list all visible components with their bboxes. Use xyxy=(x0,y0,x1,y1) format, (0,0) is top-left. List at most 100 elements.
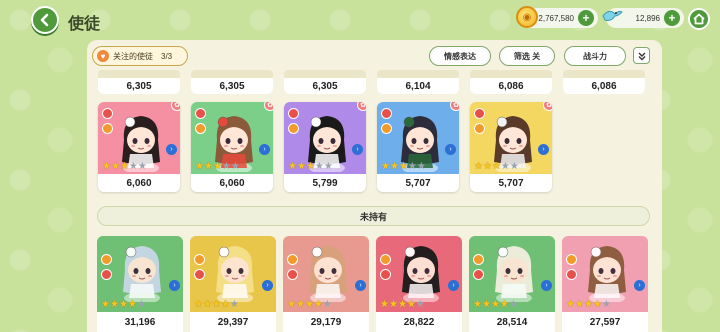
attribute-icons xyxy=(473,254,484,280)
star-icon: ★ xyxy=(490,299,500,310)
arrow-icon: › xyxy=(262,280,273,291)
favorite-flower-icon: ✿ xyxy=(543,102,552,111)
apostle-portrait: › ★ ★ ★ ★ ★ xyxy=(284,102,366,174)
home-icon xyxy=(693,13,705,25)
star-icon: ★ xyxy=(314,161,324,172)
peek-card-top xyxy=(191,70,273,78)
filter-bar: ♥ 关注的使徒 3/3 情感表达 筛选 关 战斗力 xyxy=(87,46,662,66)
favorite-flower-icon: ✿ xyxy=(171,102,180,111)
back-button[interactable] xyxy=(31,6,59,34)
class-icon xyxy=(194,269,205,280)
add-bird-button[interactable]: + xyxy=(664,10,680,26)
apostle-card-power[interactable]: 6,305 xyxy=(191,78,273,94)
unowned-apostle-card[interactable]: › ★ ★ ★ ★ ★ 29,397 xyxy=(190,236,276,332)
star-icon: ★ xyxy=(194,299,203,310)
owned-apostle-card[interactable]: › ★ ★ ★ ★ ★ 5,707 ✿ xyxy=(470,102,552,192)
star-rating: ★ ★ ★ ★ ★ xyxy=(101,300,146,310)
star-icon: ★ xyxy=(211,299,221,310)
star-icon: ★ xyxy=(137,161,147,172)
back-arrow-icon xyxy=(40,13,49,27)
add-gold-button[interactable]: + xyxy=(578,10,594,26)
apostle-power: 28,514 xyxy=(469,312,555,332)
apostle-chibi-image xyxy=(303,240,353,307)
sort-power-button[interactable]: 战斗力 xyxy=(564,46,626,66)
star-rating: ★ ★ ★ ★ ★ xyxy=(194,300,239,310)
star-icon: ★ xyxy=(406,299,416,310)
class-icon xyxy=(288,123,299,134)
element-icon xyxy=(194,254,205,265)
star-icon: ★ xyxy=(203,161,213,172)
apostle-power: 27,597 xyxy=(562,312,648,332)
element-icon xyxy=(381,108,392,119)
star-icon: ★ xyxy=(407,161,417,172)
star-icon: ★ xyxy=(296,161,306,172)
element-icon xyxy=(473,254,484,265)
star-icon: ★ xyxy=(482,161,492,172)
apostle-power: 28,822 xyxy=(376,312,462,332)
home-button[interactable] xyxy=(688,8,710,30)
emotion-button[interactable]: 情感表达 xyxy=(429,46,491,66)
star-icon: ★ xyxy=(102,161,111,172)
gold-currency: ◉ 2,767,580 + xyxy=(516,6,598,28)
unowned-apostle-card[interactable]: › ★ ★ ★ ★ ★ 29,179 xyxy=(283,236,369,332)
star-icon: ★ xyxy=(229,299,239,310)
star-icon: ★ xyxy=(305,161,315,172)
star-icon: ★ xyxy=(110,161,120,172)
focus-count: 3/3 xyxy=(161,51,173,61)
unowned-apostle-card[interactable]: › ★ ★ ★ ★ ★ 28,514 xyxy=(469,236,555,332)
unowned-apostle-card[interactable]: › ★ ★ ★ ★ ★ 31,196 xyxy=(97,236,183,332)
attribute-icons xyxy=(287,254,298,280)
owned-apostle-card[interactable]: › ★ ★ ★ ★ ★ 5,707 ✿ xyxy=(377,102,459,192)
filter-button[interactable]: 筛选 关 xyxy=(499,46,555,66)
coin-icon: ◉ xyxy=(516,6,538,28)
star-icon: ★ xyxy=(592,299,602,310)
owned-apostle-card[interactable]: › ★ ★ ★ ★ ★ 5,799 ✿ xyxy=(284,102,366,192)
arrow-icon: › xyxy=(448,280,459,291)
peek-card-top xyxy=(98,70,180,78)
owned-apostle-card[interactable]: › ★ ★ ★ ★ ★ 6,060 ✿ xyxy=(98,102,180,192)
attribute-icons xyxy=(194,254,205,280)
class-icon xyxy=(566,269,577,280)
star-icon: ★ xyxy=(574,299,584,310)
bird-icon xyxy=(600,4,624,28)
apostle-card-power[interactable]: 6,086 xyxy=(470,78,552,94)
star-icon: ★ xyxy=(473,299,482,310)
unowned-apostle-card[interactable]: › ★ ★ ★ ★ ★ 27,597 xyxy=(562,236,648,332)
apostle-card-power[interactable]: 6,086 xyxy=(563,78,645,94)
class-icon xyxy=(380,269,391,280)
attribute-icons xyxy=(195,108,206,134)
apostle-card-power[interactable]: 6,104 xyxy=(377,78,459,94)
apostle-list-panel: ♥ 关注的使徒 3/3 情感表达 筛选 关 战斗力 6,305 6,305 6,30… xyxy=(87,40,662,332)
owned-apostle-card[interactable]: › ★ ★ ★ ★ ★ 6,060 ✿ xyxy=(191,102,273,192)
arrow-icon: › xyxy=(352,144,363,155)
unowned-apostle-card[interactable]: › ★ ★ ★ ★ ★ 28,822 xyxy=(376,236,462,332)
apostle-card-power[interactable]: 6,305 xyxy=(284,78,366,94)
peek-card-top xyxy=(563,70,645,78)
expand-button[interactable] xyxy=(633,47,650,64)
apostle-portrait: › ★ ★ ★ ★ ★ xyxy=(191,102,273,174)
peek-card-top xyxy=(470,70,552,78)
star-icon: ★ xyxy=(212,161,222,172)
focused-apostles-chip[interactable]: ♥ 关注的使徒 3/3 xyxy=(92,46,188,66)
element-icon xyxy=(474,108,485,119)
star-rating: ★ ★ ★ ★ ★ xyxy=(474,162,519,172)
arrow-icon: › xyxy=(166,144,177,155)
arrow-icon: › xyxy=(445,144,456,155)
apostle-power: 29,397 xyxy=(190,312,276,332)
star-icon: ★ xyxy=(388,299,398,310)
apostle-card-power[interactable]: 6,305 xyxy=(98,78,180,94)
focus-label: 关注的使徒 xyxy=(113,51,153,61)
star-icon: ★ xyxy=(109,299,119,310)
star-icon: ★ xyxy=(101,299,110,310)
attribute-icons xyxy=(102,108,113,134)
attribute-icons xyxy=(288,108,299,134)
favorite-flower-icon: ✿ xyxy=(450,102,459,111)
star-icon: ★ xyxy=(381,161,390,172)
element-icon xyxy=(102,108,113,119)
class-icon xyxy=(287,269,298,280)
peek-card-top xyxy=(377,70,459,78)
star-icon: ★ xyxy=(415,299,425,310)
star-rating: ★ ★ ★ ★ ★ xyxy=(288,162,333,172)
element-icon xyxy=(101,254,112,265)
unowned-section-header: 未持有 xyxy=(97,206,650,226)
